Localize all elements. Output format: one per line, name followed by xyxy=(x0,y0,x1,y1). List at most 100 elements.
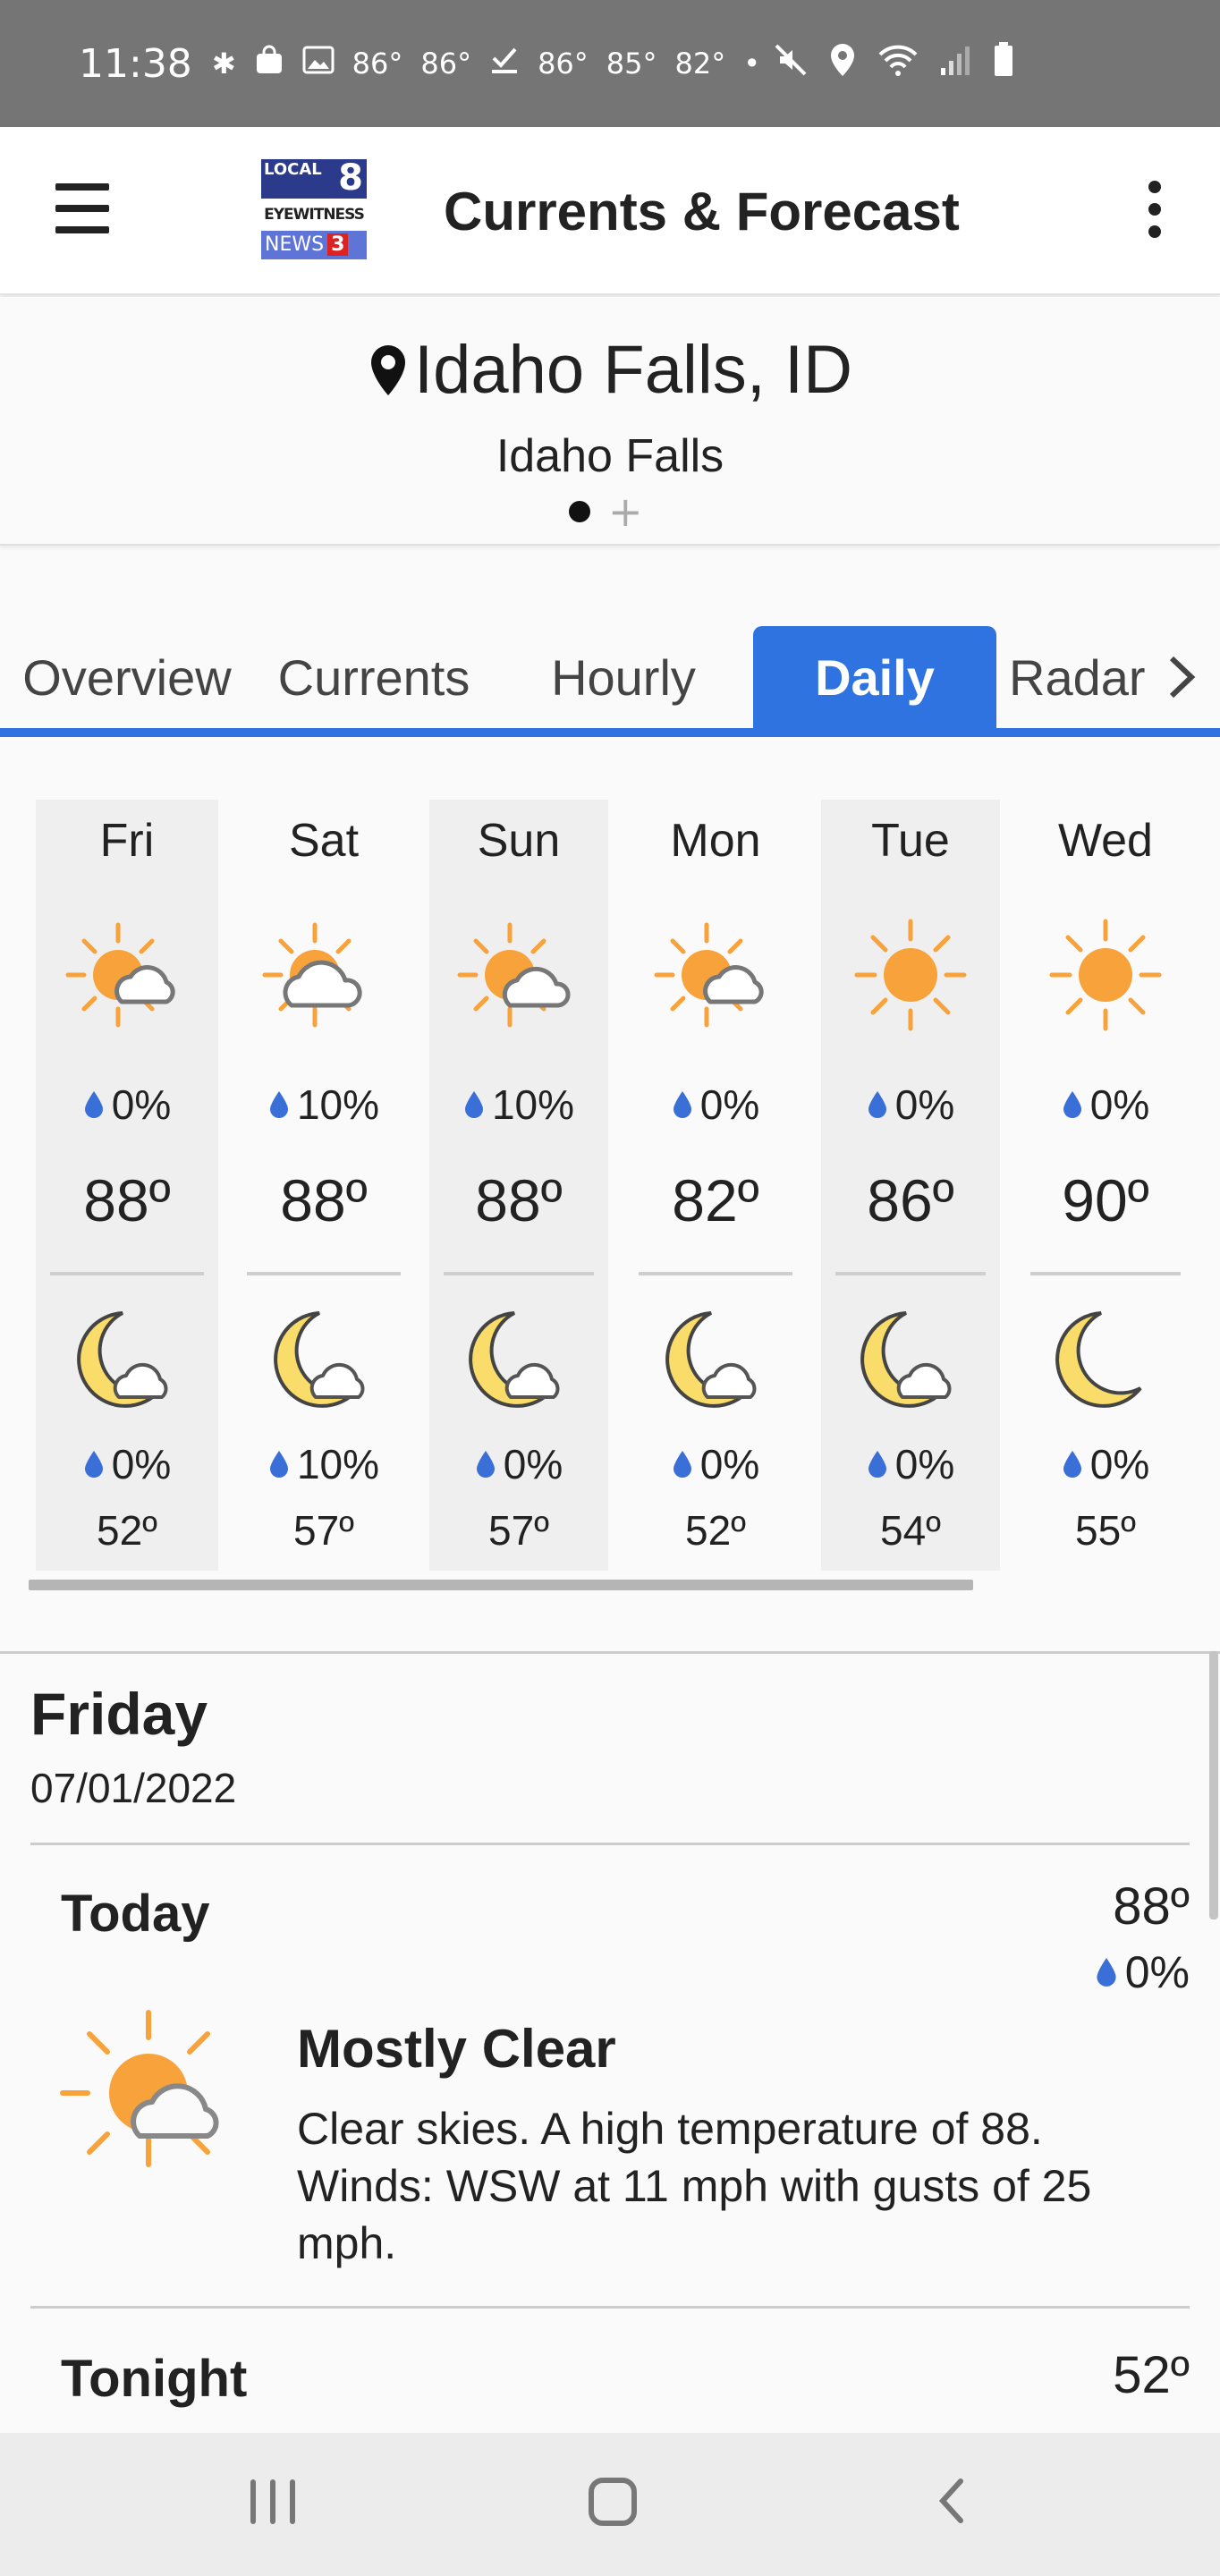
day-column-mon[interactable]: Mon 0% 82º 0% 52º xyxy=(624,800,807,1571)
divider xyxy=(30,2306,1190,2309)
tab-currents[interactable]: Currents xyxy=(265,626,483,728)
divider xyxy=(1030,1272,1181,1275)
raindrop-icon xyxy=(868,1451,886,1478)
tab-hourly[interactable]: Hourly xyxy=(524,626,723,728)
period-today-precip: 0% xyxy=(1095,1946,1190,1998)
partly-sunny-icon xyxy=(654,922,764,1028)
raindrop-icon xyxy=(269,1091,288,1118)
station-logo: LOCAL 8 EYEWITNESS NEWS 3 xyxy=(261,159,367,259)
status-temp-2: 86° xyxy=(420,47,472,80)
location-pin-icon xyxy=(371,344,405,395)
day-column-sat[interactable]: Sat 10% 88º 10% 57º xyxy=(233,800,415,1571)
raindrop-icon xyxy=(464,1091,483,1118)
divider xyxy=(639,1272,792,1275)
detail-date: 07/01/2022 xyxy=(30,1765,237,1811)
tab-overview[interactable]: Overview xyxy=(9,626,245,728)
signal-icon xyxy=(939,43,973,85)
status-time: 11:38 xyxy=(79,40,192,87)
moon-cloud-icon xyxy=(77,1311,168,1408)
section-divider xyxy=(0,1651,1220,1654)
add-location-icon[interactable]: + xyxy=(608,491,643,532)
high-temp: 88º xyxy=(83,1167,171,1233)
low-temp: 54º xyxy=(880,1507,941,1554)
raindrop-icon xyxy=(1063,1451,1081,1478)
low-temp: 55º xyxy=(1075,1507,1136,1554)
day-precip: 0% xyxy=(36,1080,218,1129)
partly-sunny-icon xyxy=(65,922,175,1028)
horizontal-scrollbar[interactable] xyxy=(29,1580,973,1590)
system-nav-bar xyxy=(0,2433,1220,2576)
day-precip: 10% xyxy=(233,1080,415,1129)
moon-icon xyxy=(1055,1311,1142,1408)
pager-dot-active[interactable] xyxy=(569,501,590,522)
partly-sunny-icon xyxy=(262,922,362,1028)
status-temp-1: 86° xyxy=(352,47,403,80)
status-bar: 11:38 ✱ 86° 86° 86° 85° 82° • xyxy=(0,0,1220,127)
location-header: Idaho Falls, ID xyxy=(0,331,1220,409)
sun-icon xyxy=(854,919,967,1031)
home-button[interactable] xyxy=(589,2478,637,2526)
day-column-wed[interactable]: Wed 0% 90º 0% 55º xyxy=(1016,800,1195,1571)
raindrop-icon xyxy=(269,1451,288,1478)
night-precip: 0% xyxy=(821,1440,1000,1488)
mute-icon xyxy=(773,42,809,86)
raindrop-icon xyxy=(673,1451,691,1478)
image-icon xyxy=(302,46,335,81)
raindrop-icon xyxy=(84,1091,103,1118)
raindrop-icon xyxy=(1097,1958,1116,1987)
day-column-sun[interactable]: Sun 10% 88º 0% 57º xyxy=(429,800,608,1571)
chevron-right-icon[interactable] xyxy=(1159,653,1204,701)
sun-icon xyxy=(1049,919,1162,1031)
status-temp-3: 86° xyxy=(538,47,589,80)
partly-sunny-icon xyxy=(457,922,571,1028)
vertical-scrollbar[interactable] xyxy=(1209,1651,1218,1919)
raindrop-icon xyxy=(476,1451,495,1478)
status-system-icons xyxy=(773,0,1014,127)
app-title: Currents & Forecast xyxy=(444,182,960,242)
status-temp-5: 82° xyxy=(674,47,726,80)
day-precip: 10% xyxy=(429,1080,608,1129)
tab-bar: Overview Currents Hourly Daily Radar xyxy=(0,626,1220,737)
location-card[interactable]: Idaho Falls, ID Idaho Falls + xyxy=(0,297,1220,546)
day-name: Fri xyxy=(99,815,155,867)
battery-icon xyxy=(993,41,1014,86)
divider xyxy=(835,1272,986,1275)
recent-apps-button[interactable] xyxy=(250,2479,295,2524)
condition-description: Clear skies. A high temperature of 88. W… xyxy=(297,2104,1092,2268)
location-subtitle: Idaho Falls xyxy=(496,430,724,482)
period-today-temp: 88º xyxy=(1113,1877,1190,1936)
low-temp: 52º xyxy=(97,1507,157,1554)
day-name: Sun xyxy=(477,815,561,867)
slack-icon: ✱ xyxy=(211,47,236,80)
raindrop-icon xyxy=(673,1091,691,1118)
moon-cloud-icon xyxy=(274,1311,365,1408)
low-temp: 57º xyxy=(293,1507,354,1554)
wifi-icon xyxy=(877,42,919,86)
high-temp: 90º xyxy=(1062,1167,1149,1233)
low-temp: 57º xyxy=(488,1507,549,1554)
menu-icon[interactable] xyxy=(55,183,109,233)
day-name: Sat xyxy=(288,815,360,867)
download-check-icon xyxy=(489,45,520,82)
daily-forecast-strip[interactable]: Fri 0% 88º 0% 52º Sat 10% 88º 10% 57º Su… xyxy=(0,800,1220,1590)
day-column-tue[interactable]: Tue 0% 86º 0% 54º xyxy=(821,800,1000,1571)
tab-radar[interactable]: Radar xyxy=(1009,626,1161,728)
divider xyxy=(50,1272,204,1275)
divider xyxy=(247,1272,401,1275)
tab-daily[interactable]: Daily xyxy=(753,626,996,728)
partly-sunny-icon xyxy=(60,2010,219,2167)
day-name: Wed xyxy=(1058,815,1153,867)
bag-icon xyxy=(254,45,284,82)
period-tonight-temp: 52º xyxy=(1113,2346,1190,2404)
status-temp-4: 85° xyxy=(606,47,657,80)
high-temp: 82º xyxy=(672,1167,759,1233)
divider xyxy=(444,1272,594,1275)
day-column-fri[interactable]: Fri 0% 88º 0% 52º xyxy=(36,800,218,1571)
night-precip: 0% xyxy=(36,1440,218,1488)
moon-cloud-icon xyxy=(860,1311,952,1408)
overflow-menu-icon[interactable] xyxy=(1143,181,1166,238)
condition-title: Mostly Clear xyxy=(297,2019,616,2079)
dot-icon: • xyxy=(743,47,761,80)
back-button[interactable] xyxy=(930,2474,975,2528)
raindrop-icon xyxy=(84,1451,103,1478)
